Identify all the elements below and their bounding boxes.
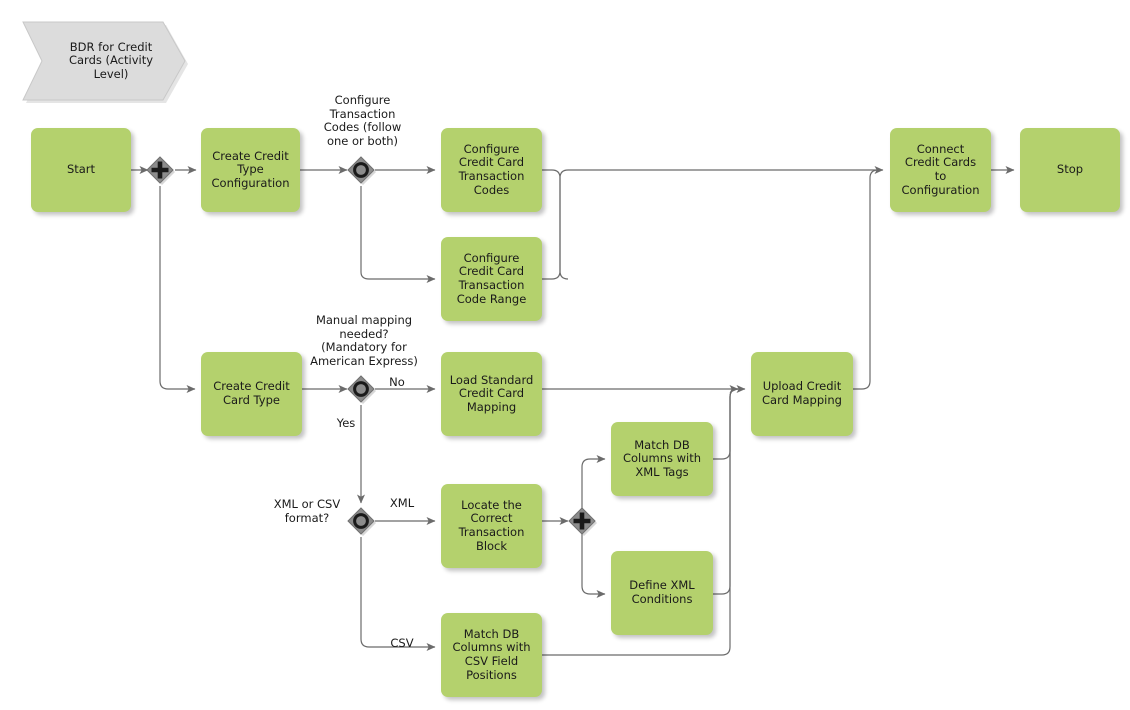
edge-parallel-to-match-xml-tags	[581, 455, 606, 508]
task-match-db-columns-with-csv-field-positions-label: Match DB Columns with CSV Field Position…	[452, 626, 531, 682]
diagram-title-banner: BDR for Credit Cards (Activity Level)	[20, 19, 188, 103]
edge-format-csv-to-match-csv	[360, 537, 436, 651]
edge-config-codes-down	[542, 169, 569, 280]
gateway-parallel-split-xml[interactable]	[567, 506, 597, 536]
task-create-credit-card-type[interactable]: Create Credit Card Type	[201, 352, 302, 436]
task-match-db-columns-with-xml-tags[interactable]: Match DB Columns with XML Tags	[611, 422, 713, 496]
task-upload-credit-card-mapping-label: Upload Credit Card Mapping	[762, 379, 842, 407]
task-load-standard-credit-card-mapping[interactable]: Load Standard Credit Card Mapping	[441, 352, 542, 436]
parallel-gateway-icon	[568, 507, 597, 536]
task-start-label: Start	[66, 162, 96, 177]
flow-label-xml: XML	[389, 496, 415, 510]
task-define-xml-conditions[interactable]: Define XML Conditions	[611, 551, 713, 635]
task-load-standard-credit-card-mapping-label: Load Standard Credit Card Mapping	[449, 372, 534, 414]
task-locate-the-correct-transaction-block-label: Locate the Correct Transaction Block	[458, 497, 525, 553]
annotation-xml-or-csv-question: XML or CSV format?	[273, 497, 341, 525]
edge-define-xml-to-merge	[713, 388, 739, 595]
task-create-credit-type-configuration[interactable]: Create Credit Type Configuration	[201, 128, 300, 212]
task-stop-label: Stop	[1056, 162, 1084, 177]
task-connect-credit-cards-to-configuration-label: Connect Credit Cards to Configuration	[901, 141, 980, 197]
task-stop[interactable]: Stop	[1020, 128, 1120, 212]
edge-merge-to-connect	[542, 166, 884, 280]
task-upload-credit-card-mapping[interactable]: Upload Credit Card Mapping	[751, 352, 853, 436]
edge-gateway-to-config-code-range	[360, 186, 436, 283]
edge-parallel-to-create-card-type	[159, 186, 196, 393]
gateway-inclusive-manual-mapping[interactable]	[346, 374, 376, 404]
inclusive-gateway-icon	[347, 375, 376, 404]
edge-parallel-to-define-xml	[581, 534, 606, 598]
annotation-transaction-codes-question: Configure Transaction Codes (follow one …	[323, 93, 402, 148]
edge-match-xml-to-merge	[713, 388, 739, 460]
task-create-credit-type-configuration-label: Create Credit Type Configuration	[211, 148, 290, 190]
edge-upload-to-connect	[853, 169, 879, 390]
diagram-title-text: BDR for Credit Cards (Activity Level)	[68, 39, 154, 81]
task-start[interactable]: Start	[31, 128, 131, 212]
task-match-db-columns-with-csv-field-positions[interactable]: Match DB Columns with CSV Field Position…	[441, 613, 542, 697]
gateway-parallel-split-start[interactable]	[145, 155, 175, 185]
task-match-db-columns-with-xml-tags-label: Match DB Columns with XML Tags	[622, 437, 702, 479]
task-create-credit-card-type-label: Create Credit Card Type	[213, 379, 290, 407]
task-configure-cc-transaction-codes[interactable]: Configure Credit Card Transaction Codes	[441, 128, 542, 212]
task-locate-the-correct-transaction-block[interactable]: Locate the Correct Transaction Block	[441, 484, 542, 568]
flow-label-yes: Yes	[336, 416, 356, 430]
task-define-xml-conditions-label: Define XML Conditions	[629, 578, 695, 606]
flow-label-no: No	[389, 375, 405, 389]
task-connect-credit-cards-to-configuration[interactable]: Connect Credit Cards to Configuration	[890, 128, 991, 212]
task-configure-cc-transaction-code-range-label: Configure Credit Card Transaction Code R…	[456, 250, 527, 306]
inclusive-gateway-icon	[347, 156, 376, 185]
flow-label-csv: CSV	[390, 636, 414, 650]
task-configure-cc-transaction-codes-label: Configure Credit Card Transaction Codes	[458, 141, 525, 197]
gateway-inclusive-transaction-codes[interactable]	[346, 155, 376, 185]
bpmn-diagram-canvas: BDR for Credit Cards (Activity Level) St…	[0, 0, 1130, 710]
task-configure-cc-transaction-code-range[interactable]: Configure Credit Card Transaction Code R…	[441, 237, 542, 321]
parallel-gateway-icon	[146, 156, 175, 185]
annotation-manual-mapping-question: Manual mapping needed? (Mandatory for Am…	[310, 313, 418, 368]
connector-layer	[131, 166, 1015, 656]
